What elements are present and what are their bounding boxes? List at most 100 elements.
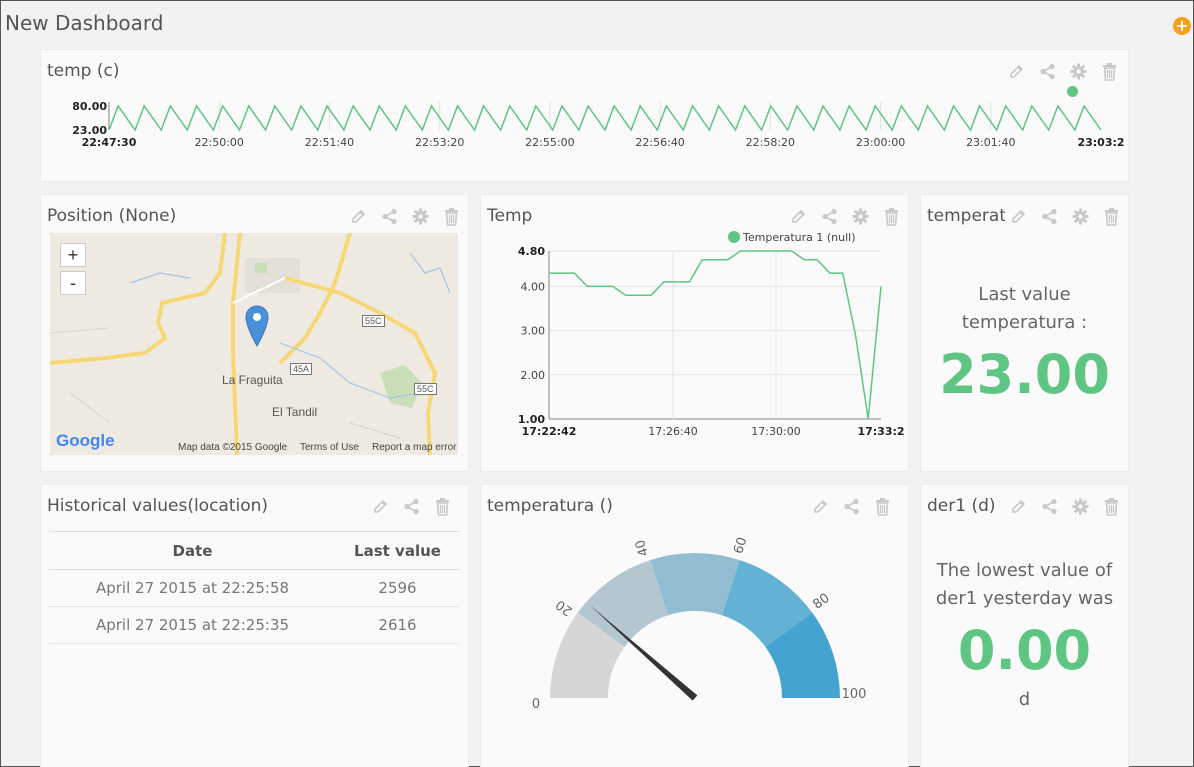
google-logo: Google <box>56 431 115 450</box>
temp-line-chart: Temperatura 1 (null)1.002.003.004.004.80… <box>518 231 905 438</box>
y-tick-label: 4.00 <box>521 280 546 293</box>
caption-line: Last value <box>978 284 1071 305</box>
cell-date: April 27 2015 at 22:25:35 <box>49 606 336 644</box>
map-stream <box>409 252 451 294</box>
x-tick-label: 23:00:00 <box>856 136 905 149</box>
gauge-tick-label: 100 <box>842 687 867 702</box>
last-value: 23.00 <box>939 343 1110 406</box>
terms-of-use-link[interactable]: Terms of Use <box>300 442 359 453</box>
add-widget-button[interactable]: + <box>1173 17 1191 35</box>
unit-label: d <box>1018 689 1031 710</box>
share-icon[interactable] <box>1040 207 1059 226</box>
x-tick-label: 23:01:40 <box>966 136 1015 149</box>
widget-title: der1 (d) <box>927 496 996 516</box>
map-pin-icon[interactable] <box>245 305 269 347</box>
y-tick-label: 2.00 <box>521 369 546 382</box>
widget-historical: Historical values(location) Date Last va… <box>40 484 469 767</box>
gauge-tick-label: 80 <box>810 591 832 613</box>
map-town-label: La Fraguita <box>222 373 283 387</box>
widget-temperat: temperat Last value temperatura : 23.00 <box>920 194 1129 472</box>
temp-line-chart: 80.0023.0022:47:30 22:50:00 22:51:40 22:53:… <box>72 100 1124 149</box>
widget-temp-chart: Temp Temperatura 1 (null) 1.00 2.00 3.00 4.0… <box>480 194 909 472</box>
share-icon[interactable] <box>842 497 861 516</box>
delete-trash-icon[interactable] <box>442 207 461 226</box>
lowest-value: 0.00 <box>957 619 1092 682</box>
x-tick-label: 22:55:00 <box>525 136 574 149</box>
dashboard-title: New Dashboard <box>5 11 164 35</box>
delete-trash-icon[interactable] <box>1102 497 1121 516</box>
edit-pencil-icon[interactable] <box>811 497 830 516</box>
legend-label: Temperatura 1 (null) <box>742 231 856 244</box>
caption-line: der1 yesterday was <box>935 588 1114 609</box>
gauge-chart: 0 20 40 60 80 100 <box>532 536 867 709</box>
map-road-shield: 45A <box>290 363 313 375</box>
gauge-tick-label: 60 <box>731 536 750 556</box>
settings-gear-icon[interactable] <box>851 207 870 226</box>
map-park <box>245 258 300 293</box>
map-road <box>231 233 242 455</box>
share-icon[interactable] <box>402 497 421 516</box>
delete-trash-icon[interactable] <box>1102 207 1121 226</box>
delete-trash-icon[interactable] <box>873 497 892 516</box>
delete-trash-icon[interactable] <box>882 207 901 226</box>
delete-trash-icon[interactable] <box>1100 62 1119 81</box>
history-table: Date Last value April 27 2015 at 22:25:5… <box>49 531 459 644</box>
edit-pencil-icon[interactable] <box>1007 62 1026 81</box>
x-tick-label: 22:56:40 <box>635 136 684 149</box>
edit-pencil-icon[interactable] <box>371 497 390 516</box>
x-tick-label: 22:53:20 <box>415 136 464 149</box>
widget-temp-line: temp (c) 80.00 23.00 22:47:30 22:50:00 22:51… <box>40 49 1129 182</box>
cell-value: 2596 <box>336 569 459 607</box>
table-row: April 27 2015 at 22:25:35 2616 <box>49 606 459 644</box>
x-tick-label: 17:22:42 <box>522 425 577 438</box>
y-tick-label: 3.00 <box>521 325 546 338</box>
table-header-row: Date Last value <box>49 531 459 570</box>
x-tick-label: 22:50:00 <box>195 136 244 149</box>
legend-dot <box>728 231 740 243</box>
map[interactable]: + - La Fraguita El Tandil 55C 45A 55C Go… <box>50 233 458 455</box>
y-tick-label: 4.80 <box>518 245 545 258</box>
cell-date: April 27 2015 at 22:25:58 <box>49 569 336 607</box>
column-header-date: Date <box>49 531 336 570</box>
edit-pencil-icon[interactable] <box>1009 497 1028 516</box>
widget-title: Historical values(location) <box>47 496 269 516</box>
column-header-last-value: Last value <box>336 531 459 570</box>
widget-title: temp (c) <box>47 61 120 81</box>
settings-gear-icon[interactable] <box>411 207 430 226</box>
zoom-out-button[interactable]: - <box>60 271 86 295</box>
map-park <box>255 263 267 273</box>
map-road <box>278 233 352 365</box>
map-town-label: El Tandil <box>272 405 318 419</box>
edit-pencil-icon[interactable] <box>789 207 808 226</box>
x-tick-label: 17:33:2 <box>857 425 904 438</box>
widget-title: Position (None) <box>47 206 177 226</box>
share-icon[interactable] <box>820 207 839 226</box>
widget-title: temperat <box>927 206 1005 226</box>
widget-title: temperatura () <box>487 496 613 516</box>
x-tick-label: 22:47:30 <box>82 136 137 149</box>
gauge-tick-label: 0 <box>532 694 540 709</box>
widget-der1: der1 (d) The lowest value of der1 yester… <box>920 484 1129 767</box>
x-tick-label: 22:51:40 <box>305 136 354 149</box>
map-road-shield: 55C <box>414 383 437 395</box>
widget-gauge: temperatura () 0 20 40 60 80 100 <box>480 484 909 767</box>
settings-gear-icon[interactable] <box>1071 497 1090 516</box>
cell-value: 2616 <box>336 606 459 644</box>
report-map-error-link[interactable]: Report a map error <box>372 442 456 453</box>
widget-title: Temp <box>487 206 533 226</box>
map-stream <box>129 272 191 284</box>
x-tick-label: 17:26:40 <box>648 425 697 438</box>
series-line <box>549 250 882 420</box>
gauge-tick-label: 40 <box>633 538 652 558</box>
map-data-attribution: Map data ©2015 Google <box>178 442 288 453</box>
delete-trash-icon[interactable] <box>433 497 452 516</box>
zoom-in-button[interactable]: + <box>60 243 86 267</box>
share-icon[interactable] <box>380 207 399 226</box>
series-line <box>108 104 1102 132</box>
settings-gear-icon[interactable] <box>1071 207 1090 226</box>
share-icon[interactable] <box>1038 62 1057 81</box>
edit-pencil-icon[interactable] <box>349 207 368 226</box>
share-icon[interactable] <box>1040 497 1059 516</box>
edit-pencil-icon[interactable] <box>1009 207 1028 226</box>
settings-gear-icon[interactable] <box>1069 62 1088 81</box>
